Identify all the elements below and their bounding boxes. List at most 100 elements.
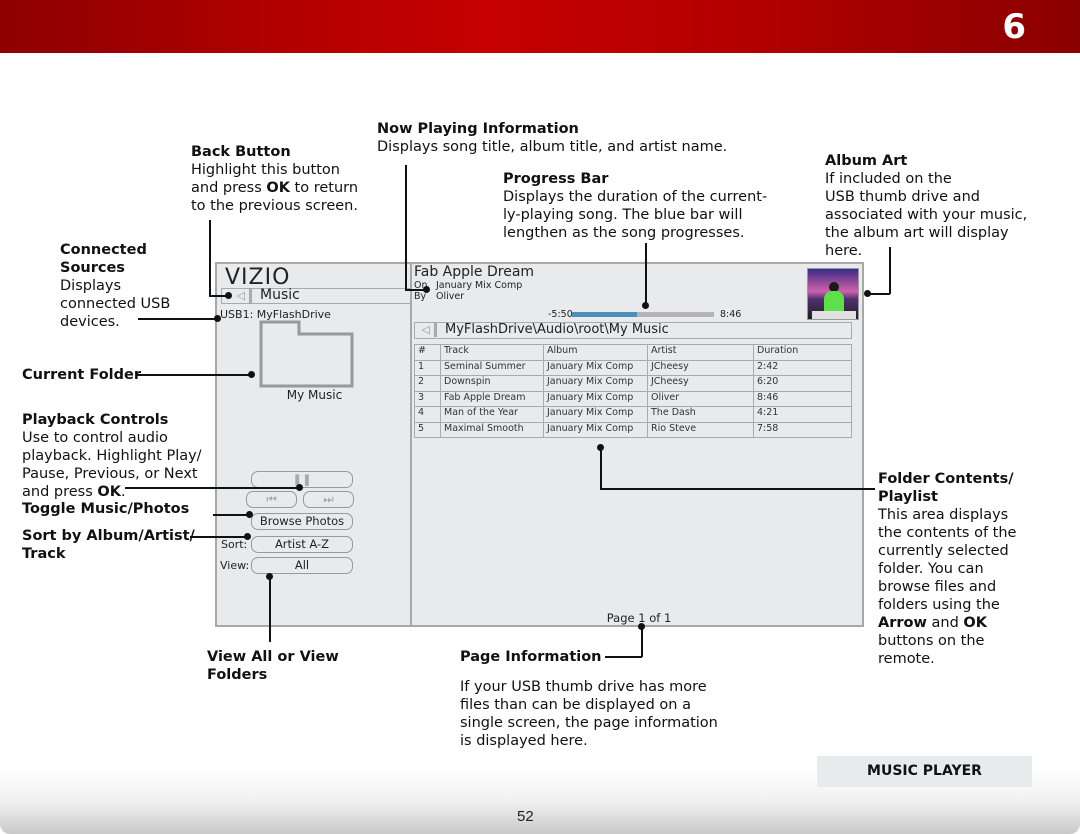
table-row[interactable]: 3 Fab Apple Dream January Mix Comp Olive… xyxy=(414,390,852,407)
annotation-view: View All or View Folders xyxy=(207,648,339,684)
cell-artist: The Dash xyxy=(647,406,754,423)
callout-line xyxy=(269,576,271,642)
annotation-line: remote. xyxy=(878,651,935,667)
cell-track: Maximal Smooth xyxy=(440,421,544,438)
annotation-title: Progress Bar xyxy=(503,171,609,187)
cell-artist: JCheesy xyxy=(647,359,754,376)
cell-artist: JCheesy xyxy=(647,375,754,392)
music-player-screen: VIZIO ◁ Music USB1: MyFlashDrive My Musi… xyxy=(215,262,864,627)
annotation-title: Sort by Album/Artist/ xyxy=(22,528,195,544)
table-row[interactable]: 2 Downspin January Mix Comp JCheesy 6:20 xyxy=(414,375,852,392)
callout-line xyxy=(889,247,891,294)
back-arrow-icon: ◁ xyxy=(236,289,245,302)
album-art-dj-desk xyxy=(812,311,856,319)
cell-number: 2 xyxy=(414,375,441,392)
callout-line xyxy=(600,488,875,490)
annotation-line: playback. Highlight Play/ xyxy=(22,448,202,464)
callout-line xyxy=(641,626,643,657)
annotation-title: Toggle Music/Photos xyxy=(22,501,190,517)
view-select[interactable]: All xyxy=(251,557,353,574)
annotation-line: This area displays xyxy=(878,507,1009,523)
path-back-button[interactable]: ◁ xyxy=(415,323,437,337)
cell-album: January Mix Comp xyxy=(543,406,648,423)
path-row: ◁ MyFlashDrive\Audio\root\My Music xyxy=(414,322,852,339)
left-panel: VIZIO ◁ Music USB1: MyFlashDrive My Musi… xyxy=(217,264,412,625)
annotation-ok: OK xyxy=(266,180,290,196)
annotation-line: folders using the xyxy=(878,597,1000,613)
annotation-line: to the previous screen. xyxy=(191,198,358,214)
cell-number: 1 xyxy=(414,359,441,376)
annotation-line: devices. xyxy=(60,314,120,330)
callout-dot xyxy=(244,533,251,540)
cell-track: Downspin xyxy=(440,375,544,392)
annotation-title: Folder Contents/ xyxy=(878,471,1014,487)
annotation-line: If included on the xyxy=(825,171,952,187)
cell-number: 4 xyxy=(414,406,441,423)
cell-album: January Mix Comp xyxy=(543,359,648,376)
cell-duration: 8:46 xyxy=(753,390,852,407)
header-album[interactable]: Album xyxy=(543,344,648,361)
pause-icon: ❚❚ xyxy=(292,472,312,486)
annotation-line: USB thumb drive and xyxy=(825,189,980,205)
annotation-line: to return xyxy=(289,180,359,196)
annotation-line: connected USB xyxy=(60,296,171,312)
page-number: 52 xyxy=(517,808,534,825)
progress-bar-fill xyxy=(572,312,638,317)
annotation-folder-contents: Folder Contents/ Playlist This area disp… xyxy=(878,470,1016,668)
sort-select[interactable]: Artist A-Z xyxy=(251,536,353,553)
next-icon: ⏭ xyxy=(323,492,334,506)
callout-dot xyxy=(638,623,645,630)
annotation-ok: OK xyxy=(963,615,987,631)
cell-album: January Mix Comp xyxy=(543,390,648,407)
callout-dot xyxy=(246,511,253,518)
back-arrow-icon: ◁ xyxy=(421,323,430,336)
next-button[interactable]: ⏭ xyxy=(303,491,354,508)
annotation-line: and xyxy=(926,615,964,631)
callout-line xyxy=(605,656,642,658)
section-label: MUSIC PLAYER xyxy=(817,756,1032,787)
header-duration[interactable]: Duration xyxy=(753,344,852,361)
header-track[interactable]: Track xyxy=(440,344,544,361)
annotation-line: single screen, the page information xyxy=(460,715,718,731)
cell-album: January Mix Comp xyxy=(543,421,648,438)
annotation-sort: Sort by Album/Artist/ Track xyxy=(22,527,195,563)
folder-icon[interactable] xyxy=(259,320,354,388)
annotation-title: Page Information xyxy=(460,649,602,665)
cell-number: 3 xyxy=(414,390,441,407)
table-row[interactable]: 1 Seminal Summer January Mix Comp JChees… xyxy=(414,359,852,376)
header-number[interactable]: # xyxy=(414,344,441,361)
annotation-line: folder. You can xyxy=(878,561,984,577)
cell-track: Fab Apple Dream xyxy=(440,390,544,407)
annotation-line: Highlight this button xyxy=(191,162,340,178)
table-row[interactable]: 4 Man of the Year January Mix Comp The D… xyxy=(414,406,852,423)
annotation-progress-bar: Progress Bar Displays the duration of th… xyxy=(503,170,767,242)
section-title: Music xyxy=(260,287,300,303)
annotation-line: ly-playing song. The blue bar will xyxy=(503,207,743,223)
callout-line xyxy=(125,487,299,489)
callout-line xyxy=(190,536,247,538)
previous-icon: ⏮ xyxy=(266,492,277,506)
previous-button[interactable]: ⏮ xyxy=(246,491,297,508)
annotation-line: the album art will display xyxy=(825,225,1009,241)
annotation-line: is displayed here. xyxy=(460,733,588,749)
callout-dot xyxy=(214,315,221,322)
callout-dot xyxy=(266,573,273,580)
callout-line xyxy=(645,243,647,305)
annotation-title: Now Playing Information xyxy=(377,121,579,137)
annotation-title: View All or View xyxy=(207,649,339,665)
annotation-title: Playlist xyxy=(878,489,938,505)
cell-duration: 4:21 xyxy=(753,406,852,423)
annotation-page-info: Page Information If your USB thumb drive… xyxy=(460,648,718,750)
browse-photos-button[interactable]: Browse Photos xyxy=(251,513,353,530)
table-row[interactable]: 5 Maximal Smooth January Mix Comp Rio St… xyxy=(414,421,852,438)
callout-dot xyxy=(864,290,871,297)
annotation-arrow: Arrow xyxy=(878,615,927,631)
header-artist[interactable]: Artist xyxy=(647,344,754,361)
annotation-line: Use to control audio xyxy=(22,430,168,446)
progress-bar xyxy=(572,312,714,317)
cell-track: Man of the Year xyxy=(440,406,544,423)
folder-path: MyFlashDrive\Audio\root\My Music xyxy=(445,322,669,337)
annotation-title: Connected xyxy=(60,242,147,258)
right-panel: Fab Apple Dream On January Mix Comp By Oli… xyxy=(414,264,864,625)
now-playing-artist: By Oliver xyxy=(414,291,464,302)
